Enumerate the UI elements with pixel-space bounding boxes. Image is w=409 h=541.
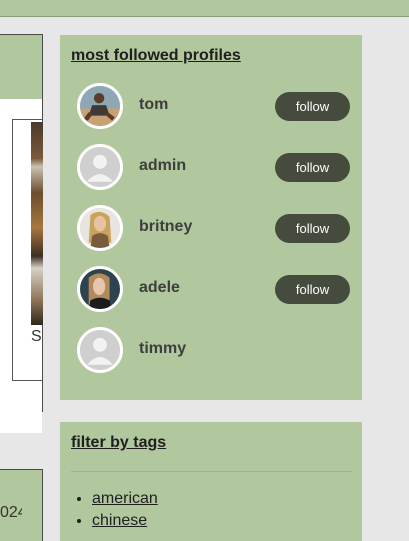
recipe-item-frame[interactable]: S: [12, 119, 43, 381]
profile-row-britney: britney follow: [77, 205, 350, 253]
panel-title[interactable]: filter by tags: [71, 434, 166, 452]
recipe-caption: S: [31, 328, 42, 345]
follow-button-adele[interactable]: follow: [275, 275, 350, 304]
profile-photo-icon: [80, 86, 120, 126]
tag-link-american[interactable]: american: [92, 490, 158, 507]
recipe-card-partial-bottom: 024: [0, 469, 43, 541]
list-item: chinese: [92, 512, 158, 530]
tag-link-chinese[interactable]: chinese: [92, 512, 147, 529]
profile-photo-icon: [80, 269, 120, 309]
profile-name[interactable]: timmy: [139, 340, 186, 358]
follow-button-tom[interactable]: follow: [275, 92, 350, 121]
default-user-icon: [80, 330, 120, 370]
most-followed-profiles-panel: most followed profiles tom follow admin …: [60, 35, 362, 400]
top-header-bar: [0, 0, 409, 17]
follow-button-britney[interactable]: follow: [275, 214, 350, 243]
recipe-card-partial: S: [0, 34, 43, 433]
default-user-icon: [80, 147, 120, 187]
profile-row-admin: admin follow: [77, 144, 350, 192]
profile-row-adele: adele follow: [77, 266, 350, 314]
profile-row-timmy: timmy: [77, 327, 350, 375]
profile-row-tom: tom follow: [77, 83, 350, 131]
follow-button-admin[interactable]: follow: [275, 153, 350, 182]
profile-name[interactable]: tom: [139, 96, 168, 114]
profile-photo-icon: [80, 208, 120, 248]
filter-by-tags-panel: filter by tags american chinese: [60, 422, 362, 541]
recipe-card-body: S: [0, 99, 43, 433]
profile-name[interactable]: britney: [139, 218, 192, 236]
avatar-admin[interactable]: [77, 144, 123, 190]
divider: [71, 471, 352, 472]
avatar-adele[interactable]: [77, 266, 123, 312]
recipe-photo[interactable]: [31, 122, 43, 325]
panel-title[interactable]: most followed profiles: [71, 47, 241, 65]
tag-list: american chinese: [92, 490, 158, 534]
date-fragment: 024: [0, 504, 22, 521]
avatar-britney[interactable]: [77, 205, 123, 251]
profile-name[interactable]: admin: [139, 157, 186, 175]
profile-name[interactable]: adele: [139, 279, 180, 297]
avatar-tom[interactable]: [77, 83, 123, 129]
list-item: american: [92, 490, 158, 508]
avatar-timmy[interactable]: [77, 327, 123, 373]
